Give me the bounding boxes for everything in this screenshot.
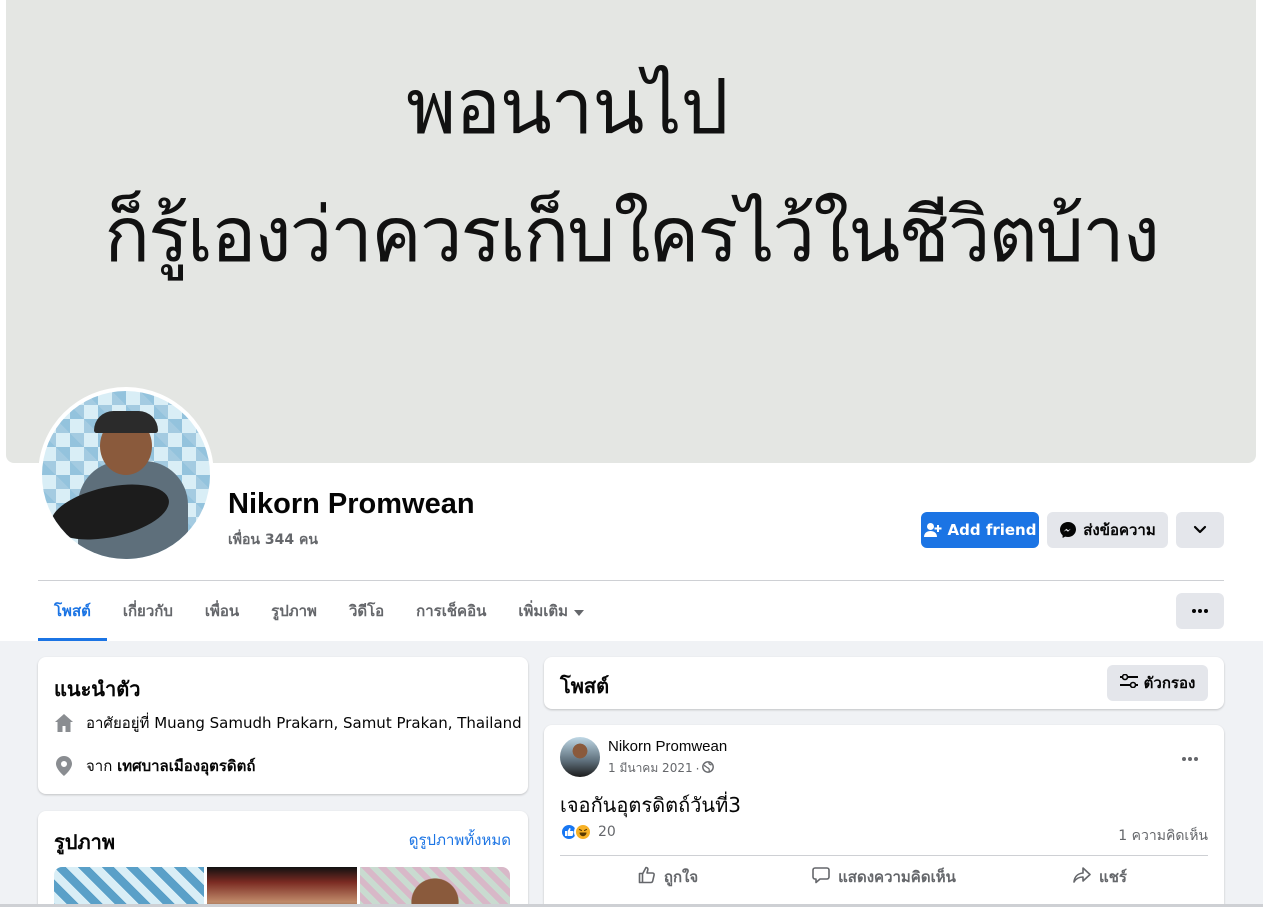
- tab-more[interactable]: เพิ่มเติม: [502, 581, 600, 641]
- post-author-name[interactable]: Nikorn Promwean: [608, 738, 727, 755]
- post-actions-divider: [560, 855, 1208, 856]
- intro-from: จาก เทศบาลเมืองอุตรดิตถ์: [54, 754, 255, 778]
- caret-down-icon: [574, 602, 585, 620]
- post-meta: 1 มีนาคม 2021 ·: [608, 759, 715, 778]
- lives-in-value[interactable]: Muang Samudh Prakarn, Samut Prakan, Thai…: [154, 714, 521, 732]
- post-author-avatar[interactable]: [560, 737, 600, 777]
- share-label: แชร์: [1099, 868, 1127, 886]
- cover-photo[interactable]: พอนานไป ก็รู้เองว่าควรเก็บใครไว้ในชีวิตบ…: [6, 0, 1256, 463]
- more-dots-icon: [1182, 746, 1198, 765]
- globe-icon: [702, 761, 715, 776]
- tab-photos[interactable]: รูปภาพ: [255, 581, 333, 641]
- profile-options-dropdown[interactable]: [1176, 512, 1224, 548]
- thumbs-up-icon: [638, 866, 656, 888]
- post-options-button[interactable]: [1172, 743, 1208, 767]
- filter-button[interactable]: ตัวกรอง: [1107, 665, 1208, 701]
- message-button[interactable]: ส่งข้อความ: [1047, 512, 1168, 548]
- post-meta-separator: ·: [695, 761, 700, 776]
- comment-label: แสดงความคิดเห็น: [838, 868, 956, 886]
- haha-reaction-icon: [574, 823, 592, 841]
- chevron-down-icon: [1193, 525, 1207, 535]
- profile-tabs: โพสต์ เกี่ยวกับ เพื่อน รูปภาพ วิดีโอ การ…: [38, 581, 600, 641]
- friends-count-link[interactable]: เพื่อน 344 คน: [228, 529, 318, 551]
- tab-more-label: เพิ่มเติม: [518, 602, 569, 620]
- tab-about[interactable]: เกี่ยวกับ: [107, 581, 189, 641]
- location-pin-icon: [54, 756, 74, 776]
- from-value[interactable]: เทศบาลเมืองอุตรดิตถ์: [117, 757, 255, 775]
- profile-more-options-button[interactable]: [1176, 593, 1224, 629]
- share-icon: [1073, 866, 1091, 888]
- tab-check-ins[interactable]: การเช็คอิน: [400, 581, 502, 641]
- post-text: เจอกันอุตรดิตถ์วันที่3: [560, 793, 741, 817]
- filter-label: ตัวกรอง: [1143, 674, 1196, 692]
- comment-count-link[interactable]: 1 ความคิดเห็น: [1118, 825, 1208, 847]
- post-actions: ถูกใจ แสดงความคิดเห็น แชร์: [560, 859, 1208, 895]
- photos-card: รูปภาพ ดูรูปภาพทั้งหมด: [38, 811, 528, 907]
- see-all-photos-link[interactable]: ดูรูปภาพทั้งหมด: [409, 828, 511, 852]
- from-prefix: จาก: [86, 757, 113, 775]
- tab-posts[interactable]: โพสต์: [38, 581, 107, 641]
- intro-lives-in: อาศัยอยู่ที่ Muang Samudh Prakarn, Samut…: [54, 711, 522, 735]
- post-card: Nikorn Promwean 1 มีนาคม 2021 · เจอกันอุ…: [544, 725, 1224, 907]
- photo-thumbnail[interactable]: [54, 867, 204, 907]
- posts-title: โพสต์: [560, 674, 610, 698]
- reactions-summary[interactable]: 20: [560, 823, 616, 841]
- filter-icon: [1119, 673, 1138, 692]
- tab-friends[interactable]: เพื่อน: [189, 581, 255, 641]
- message-label: ส่งข้อความ: [1083, 521, 1156, 539]
- add-friend-label: Add friend: [947, 521, 1037, 539]
- photo-thumbnail[interactable]: [207, 867, 357, 907]
- profile-name: Nikorn Promwean: [228, 488, 475, 520]
- more-dots-icon: [1192, 609, 1208, 613]
- cover-text-line-2: ก็รู้เองว่าควรเก็บใครไว้ในชีวิตบ้าง: [104, 190, 1160, 279]
- intro-card: แนะนำตัว อาศัยอยู่ที่ Muang Samudh Praka…: [38, 657, 528, 794]
- share-button[interactable]: แชร์: [992, 859, 1208, 895]
- cover-text-line-1: พอนานไป: [406, 62, 729, 151]
- profile-picture[interactable]: [38, 387, 214, 563]
- like-button[interactable]: ถูกใจ: [560, 859, 776, 895]
- messenger-icon: [1059, 521, 1077, 539]
- photos-title: รูปภาพ: [54, 830, 116, 854]
- add-friend-icon: [923, 522, 942, 538]
- comment-button[interactable]: แสดงความคิดเห็น: [776, 859, 992, 895]
- posts-header-card: โพสต์ ตัวกรอง: [544, 657, 1224, 709]
- add-friend-button[interactable]: Add friend: [921, 512, 1039, 548]
- like-label: ถูกใจ: [663, 868, 699, 886]
- intro-title: แนะนำตัว: [54, 677, 141, 701]
- profile-header: พอนานไป ก็รู้เองว่าควรเก็บใครไว้ในชีวิตบ…: [0, 0, 1263, 641]
- photo-thumbnail[interactable]: [360, 867, 510, 907]
- comment-icon: [812, 866, 830, 888]
- reaction-count: 20: [598, 824, 616, 840]
- avatar: [42, 391, 210, 559]
- tab-videos[interactable]: วิดีโอ: [333, 581, 400, 641]
- home-icon: [54, 713, 74, 733]
- lives-in-prefix: อาศัยอยู่ที่: [86, 714, 150, 732]
- post-date[interactable]: 1 มีนาคม 2021: [608, 759, 693, 778]
